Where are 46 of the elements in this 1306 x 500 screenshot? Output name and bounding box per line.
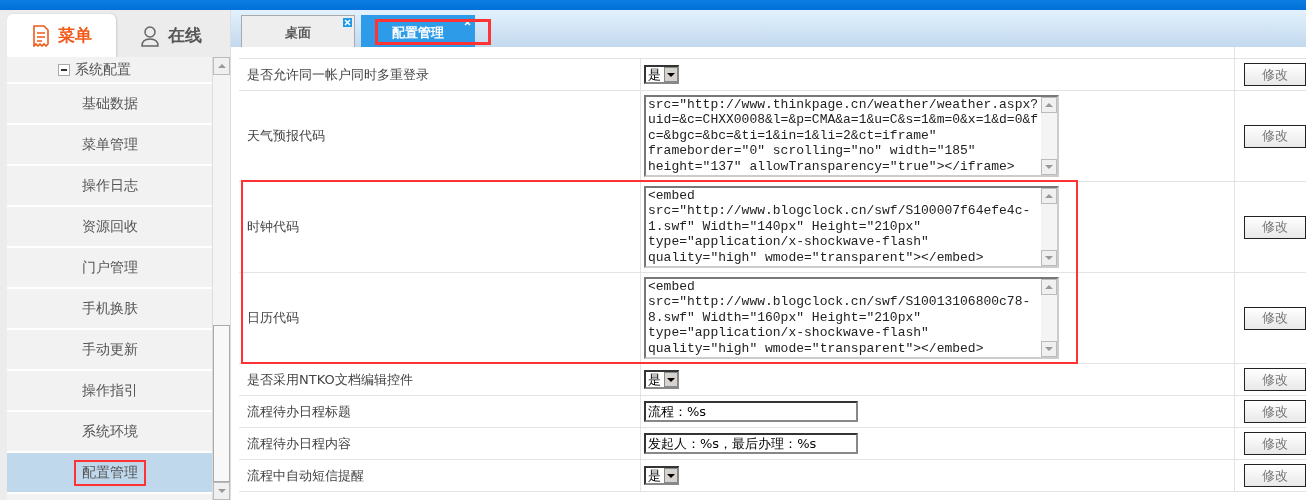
code-field[interactable]: <embed src="http://www.blogclock.cn/swf/S100007f64efe4c-1.swf" Width="140px" Height="210px" type="application/x-shockwave-flash" quality="high" wmode="transparent"></embed> [644,186,1060,268]
scrollbar[interactable] [212,57,230,500]
edit-button[interactable]: 修改 [1244,306,1306,330]
scroll-down-icon[interactable] [213,482,230,500]
sidebar-tab[interactable]: 在线 [116,14,225,57]
menu-label: 菜单管理 [81,135,138,154]
menu-label: 手机换肤 [81,299,138,318]
menu-label: 手动更新 [81,340,138,359]
tree-node[interactable]: 系统配置 [75,60,131,79]
person-icon [139,24,160,47]
edit-button[interactable]: 修改 [1244,368,1306,391]
setting-label: 流程待办日程标题 [247,402,351,421]
setting-label: 时钟代码 [247,218,299,236]
setting-label: 天气预报代码 [247,127,325,145]
setting-label: 日历代码 [247,309,299,327]
menu-label: 资源回收 [81,217,138,236]
code-field[interactable]: src="http://www.thinkpage.cn/weather/weather.aspx?uid=&c=CHXX0008&l=&p=CMA&a=1&u=C&s=1&m=0&x=1&d=0&fc=&bgc=&bc=&ti=1&in=1&li=2&ct=iframe" frameborder="0" scrolling="no" width="185" height="137" allowTransparency="true"></iframe> [644,95,1060,177]
menu-label: 门户管理 [81,258,138,277]
menu-label: 操作日志 [81,176,138,195]
scroll-up-icon[interactable] [213,57,230,75]
text-field[interactable]: 流程：%s [644,401,858,422]
code-field[interactable]: <embed src="http://www.blogclock.cn/swf/S10013106800c78-8.swf" Width="160px" Height="210px" type="application/x-shockwave-flash" quality="high" wmode="transparent"></embed> [644,277,1060,359]
page-tab[interactable]: 桌面 [241,15,355,47]
collapse-icon[interactable] [58,63,70,76]
scroll-thumb[interactable] [213,325,230,482]
edit-button[interactable]: 修改 [1244,432,1306,455]
dropdown[interactable]: 是 [644,65,679,84]
dropdown[interactable]: 是 [644,370,679,389]
menu-label: 基础数据 [81,94,138,113]
close-icon[interactable] [343,18,352,27]
dropdown[interactable]: 是 [644,466,679,485]
menu-label: 操作指引 [81,381,138,400]
edit-button[interactable]: 修改 [1244,464,1306,487]
setting-label: 流程待办日程内容 [247,434,351,453]
setting-label: 流程中自动短信提醒 [247,466,364,485]
menu-label: 系统环境 [81,422,138,441]
edit-button[interactable]: 修改 [1244,63,1306,86]
edit-button[interactable]: 修改 [1244,215,1306,239]
setting-label: 是否采用NTKO文档编辑控件 [247,370,413,389]
document-icon [31,24,50,47]
edit-button[interactable]: 修改 [1244,400,1306,423]
text-field[interactable]: 发起人：%s，最后办理：%s [644,433,858,454]
menu-label: 配置管理 [75,461,144,484]
sidebar-item[interactable]: 配置管理 [7,453,213,494]
edit-button[interactable]: 修改 [1244,124,1306,148]
setting-label: 是否允许同一帐户同时多重登录 [247,65,429,84]
